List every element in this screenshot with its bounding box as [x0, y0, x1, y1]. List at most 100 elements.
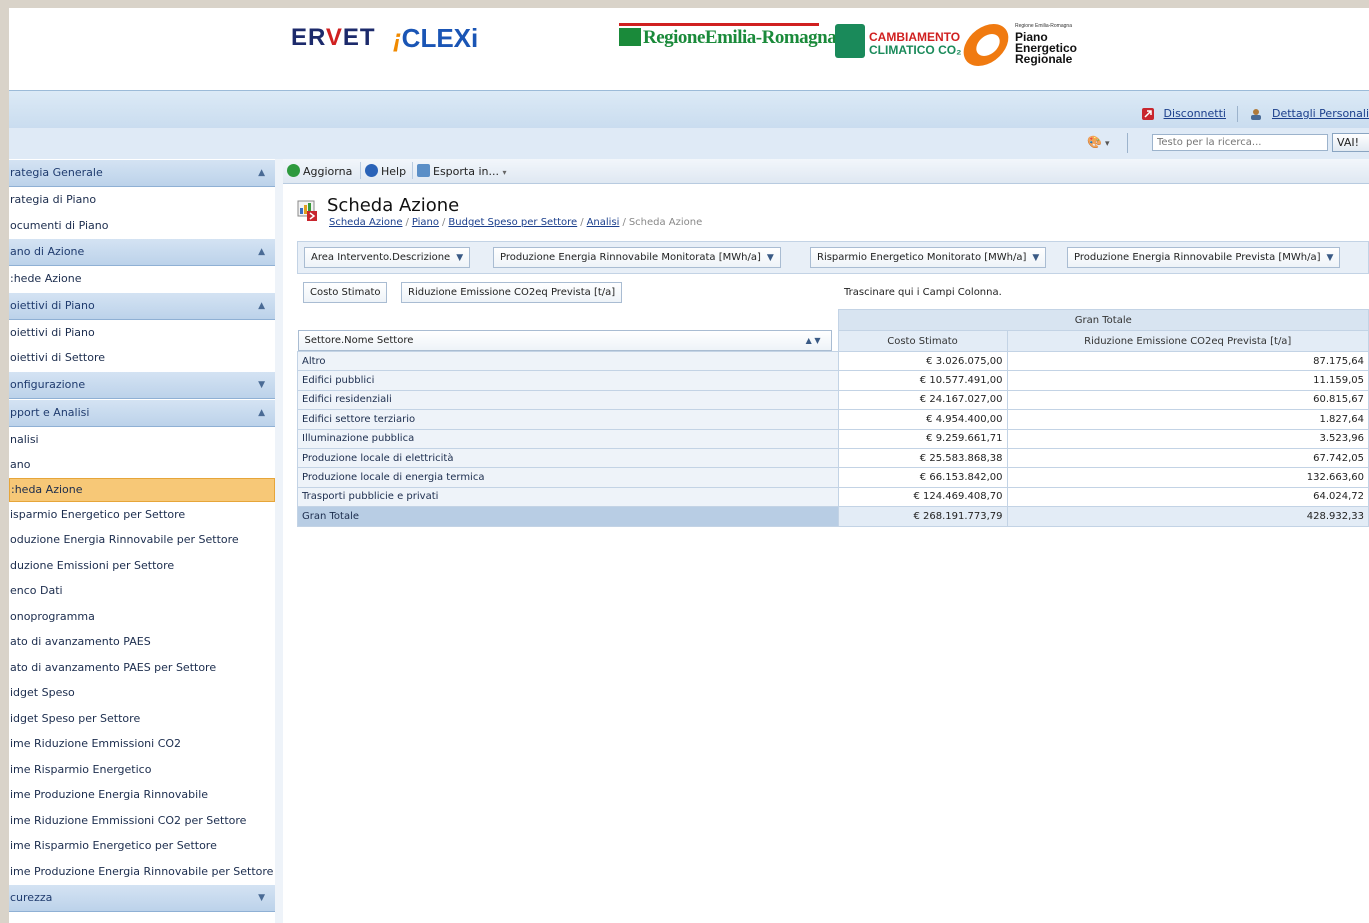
sidebar-group-header[interactable]: oiettivi di Piano ▲ — [9, 291, 275, 320]
breadcrumb-link[interactable]: Piano — [412, 217, 439, 228]
personal-details-link[interactable]: Dettagli Personali — [1272, 107, 1369, 120]
cell-cost: € 124.469.408,70 — [837, 486, 1008, 508]
sidebar-item[interactable]: ocumenti di Piano — [9, 213, 275, 239]
sidebar-item[interactable]: ime Riduzione Emmissioni CO2 — [9, 731, 275, 757]
search-bar: 🎨▾ VAI! — [9, 128, 1369, 160]
table-row: Edifici pubblici € 10.577.491,00 11.159,05 — [297, 370, 1369, 391]
sidebar-item[interactable]: oduzione Energia Rinnovabile per Settore — [9, 527, 275, 553]
row-label: Altro — [297, 350, 839, 372]
table-row: Altro € 3.026.075,00 87.175,64 — [297, 350, 1369, 372]
sidebar-item[interactable]: onoprogramma — [9, 604, 275, 630]
sidebar-item[interactable]: rategia di Piano — [9, 187, 275, 213]
sidebar-group-label: rategia Generale — [10, 166, 103, 179]
cell-cost: € 4.954.400,00 — [837, 409, 1008, 430]
palette-icon: 🎨 — [1087, 135, 1102, 149]
sidebar-item[interactable]: ano — [9, 452, 275, 478]
filter-field-button[interactable]: Area Intervento.Descrizione ▼ — [304, 247, 471, 268]
sidebar-item[interactable]: nalisi — [9, 427, 275, 453]
sidebar-item[interactable]: ato di avanzamento PAES per Settore — [9, 655, 275, 681]
help-button[interactable]: Help — [365, 164, 406, 178]
search-input[interactable] — [1152, 134, 1328, 151]
chevron-down-icon: ▼ — [258, 379, 265, 390]
sidebar-item[interactable]: idget Speso per Settore — [9, 706, 275, 732]
filter-field-label: Area Intervento.Descrizione — [311, 252, 451, 263]
filter-field-label: Risparmio Energetico Monitorato [MWh/a] — [817, 252, 1027, 263]
row-label: Produzione locale di elettricità — [297, 447, 839, 469]
sidebar-item[interactable]: ime Risparmio Energetico per Settore — [9, 833, 275, 859]
cell-cost: € 3.026.075,00 — [837, 350, 1008, 372]
row-label: Edifici pubblici — [297, 370, 839, 391]
cell-cost: € 9.259.661,71 — [837, 428, 1008, 449]
table-row: Trasporti pubblicie e privati € 124.469.4… — [297, 486, 1369, 508]
sidebar-group-header[interactable]: rategia Generale ▲ — [9, 159, 275, 187]
filter-area: Area Intervento.Descrizione ▼ Produzione E… — [297, 241, 1369, 274]
filter-icon: ▼ — [1326, 253, 1334, 263]
breadcrumb-current: Scheda Azione — [628, 217, 703, 228]
cambiamento-climatico-logo: CAMBIAMENTO CLIMATICO CO₂ — [835, 24, 961, 60]
data-field-button[interactable]: Costo Stimato — [303, 282, 388, 303]
data-field-button[interactable]: Riduzione Emissione CO2eq Prevista [t/a] — [401, 282, 623, 303]
sidebar-item[interactable]: :heda Azione — [9, 477, 275, 502]
header-logos: ERVET ¡CLEXi RegioneEmilia-Romagna CAMBI… — [9, 8, 1369, 90]
cell-co2: 11.159,05 — [1006, 370, 1369, 391]
breadcrumb-link[interactable]: Scheda Azione — [329, 217, 402, 228]
breadcrumb-link[interactable]: Analisi — [587, 217, 620, 228]
cell-co2: 60.815,67 — [1006, 389, 1369, 411]
filter-field-button[interactable]: Risparmio Energetico Monitorato [MWh/a] ▼ — [810, 247, 1047, 268]
cell-cost: € 25.583.868,38 — [837, 447, 1008, 469]
pivot-grid: Area Intervento.Descrizione ▼ Produzione E… — [297, 241, 1369, 611]
sidebar-group-header[interactable]: ano di Azione ▲ — [9, 238, 275, 266]
sidebar-item[interactable]: ime Risparmio Energetico — [9, 757, 275, 783]
column-drop-hint: Trascinare qui i Campi Colonna. — [844, 287, 1002, 298]
table-row: Produzione locale di elettricità € 25.583… — [297, 447, 1369, 469]
breadcrumb-link[interactable]: Budget Speso per Settore — [448, 217, 577, 228]
breadcrumb: Scheda Azione / Piano / Budget Speso per Set… — [329, 217, 702, 228]
sidebar-item[interactable]: idget Speso — [9, 680, 275, 706]
theme-selector[interactable]: 🎨 ▾ — [1087, 135, 1109, 149]
cell-cost: € 10.577.491,00 — [837, 370, 1008, 391]
filter-icon: ▼ — [456, 253, 464, 263]
export-icon — [417, 164, 430, 177]
clexi-logo: ¡CLEXi — [393, 23, 479, 53]
cell-cost: € 268.191.773,79 — [837, 506, 1008, 527]
breadcrumb-separator: / — [580, 217, 584, 228]
row-label: Produzione locale di energia termica — [297, 467, 839, 488]
sidebar-item[interactable]: oiettivi di Piano — [9, 320, 275, 346]
sidebar-group-header[interactable]: onfigurazione ▼ — [9, 370, 275, 399]
cell-cost: € 24.167.027,00 — [837, 389, 1008, 411]
table-row: Edifici residenziali € 24.167.027,00 60.81… — [297, 389, 1369, 411]
sort-filter-icon: ▲ ▼ — [805, 336, 821, 345]
climate-icon — [835, 24, 865, 58]
sidebar-item[interactable]: duzione Emissioni per Settore — [9, 553, 275, 579]
column-header-co2: Riduzione Emissione CO2eq Prevista [t/a] — [1006, 330, 1369, 352]
pivot-table: Settore.Nome Settore ▲ ▼ Gran Totale Cost… — [297, 309, 1369, 527]
disconnect-link[interactable]: Disconnetti — [1164, 107, 1226, 120]
row-label: Gran Totale — [297, 506, 839, 527]
sidebar-item[interactable]: isparmio Energetico per Settore — [9, 502, 275, 528]
row-field-button[interactable]: Settore.Nome Settore ▲ ▼ — [297, 330, 832, 351]
sidebar-item[interactable]: enco Dati — [9, 578, 275, 604]
help-icon — [365, 164, 378, 177]
sidebar-item[interactable]: ime Produzione Energia Rinnovabile — [9, 782, 275, 808]
app-window: ERVET ¡CLEXi RegioneEmilia-Romagna CAMBI… — [9, 8, 1369, 923]
sidebar-item[interactable]: :hede Azione — [9, 266, 275, 292]
sidebar-group-label: pport e Analisi — [10, 405, 90, 419]
sidebar-group-label: ano di Azione — [10, 245, 85, 258]
sidebar-group-header[interactable]: curezza ▼ — [9, 884, 275, 912]
sidebar-item[interactable]: oiettivi di Settore — [9, 345, 275, 371]
sidebar-group-header[interactable]: pport e Analisi ▲ — [9, 398, 275, 427]
export-button[interactable]: Esporta in... ▾ — [417, 164, 507, 178]
filter-field-button[interactable]: Produzione Energia Rinnovabile Monitorat… — [493, 247, 781, 268]
sidebar-item[interactable]: ime Riduzione Emmissioni CO2 per Settore — [9, 808, 275, 834]
cell-co2: 3.523,96 — [1006, 428, 1369, 449]
refresh-button[interactable]: Aggiorna — [287, 164, 352, 178]
filter-field-button[interactable]: Produzione Energia Rinnovabile Prevista … — [1067, 247, 1341, 268]
cell-co2: 67.742,05 — [1006, 447, 1369, 469]
regione-logo: RegioneEmilia-Romagna — [619, 23, 837, 53]
sidebar-item[interactable]: ato di avanzamento PAES — [9, 629, 275, 655]
column-header-cost: Costo Stimato — [837, 330, 1008, 352]
search-button[interactable]: VAI! — [1332, 133, 1369, 152]
sidebar-item[interactable]: ime Produzione Energia Rinnovabile per S… — [9, 859, 275, 885]
chevron-up-icon: ▲ — [258, 168, 265, 178]
breadcrumb-separator: / — [622, 217, 626, 228]
